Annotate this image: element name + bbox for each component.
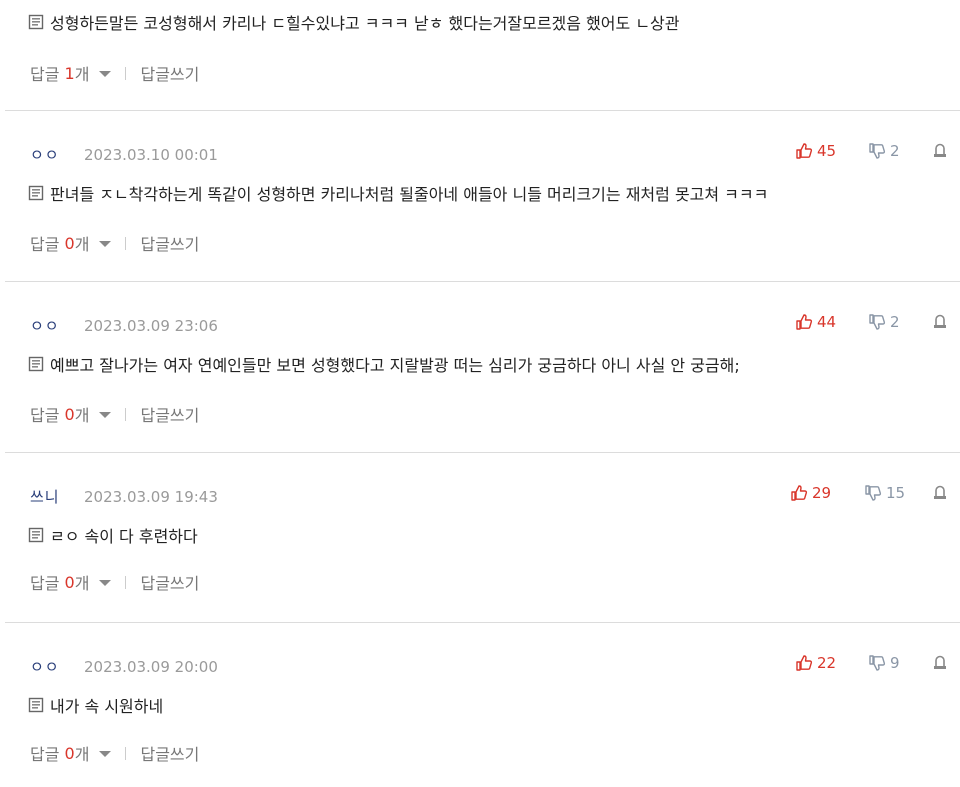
dislike-count: 2	[890, 313, 900, 331]
write-reply-link[interactable]: 답글쓰기	[140, 61, 199, 85]
comment-body: 판녀들 ㅈㄴ착각하는게 똑같이 성형하면 카리나처럼 될줄아네 애들아 니들 머…	[28, 181, 768, 205]
comment-author[interactable]: ㅇㅇ	[30, 315, 60, 336]
reply-label: 답글	[30, 235, 60, 254]
reply-label: 답글	[30, 745, 60, 764]
reply-row: 답글 0개 답글쓰기	[30, 402, 199, 426]
report-icon[interactable]	[932, 655, 948, 671]
document-icon	[28, 697, 44, 713]
like-count: 29	[812, 484, 832, 502]
comment-body: 내가 속 시원하네	[28, 693, 163, 717]
reply-toggle-button[interactable]: 답글 0개	[30, 402, 112, 426]
reply-count: 0	[64, 233, 75, 253]
chevron-down-icon	[99, 412, 112, 418]
chevron-down-icon	[99, 71, 112, 77]
report-icon[interactable]	[932, 314, 948, 330]
document-icon	[28, 185, 44, 201]
dislike-button[interactable]: 9	[868, 654, 900, 672]
comment-body: 예쁘고 잘나가는 여자 연예인들만 보면 성형했다고 지랄발광 떠는 심리가 궁…	[28, 352, 740, 376]
reply-count: 0	[64, 572, 75, 592]
comment-text: 성형하든말든 코성형해서 카리나 ㄷ힐수있냐고 ㅋㅋㅋ 낟ㅎ 했다는거잘모르겠음…	[50, 14, 680, 33]
separator	[125, 575, 127, 589]
thumbs-down-icon	[869, 314, 886, 330]
comment-author[interactable]: ㅇㅇ	[30, 144, 60, 165]
divider	[5, 452, 960, 453]
thumbs-down-icon	[865, 485, 882, 501]
dislike-count: 2	[890, 142, 900, 160]
reply-count: 0	[64, 404, 75, 424]
like-count: 44	[817, 313, 837, 331]
document-icon	[28, 356, 44, 372]
chevron-down-icon	[99, 241, 112, 247]
comment-date: 2023.03.09 20:00	[84, 658, 218, 676]
comment-date: 2023.03.09 19:43	[84, 488, 218, 506]
comment-text: 예쁘고 잘나가는 여자 연예인들만 보면 성형했다고 지랄발광 떠는 심리가 궁…	[50, 356, 740, 375]
thumbs-down-icon	[869, 655, 886, 671]
divider	[5, 110, 960, 111]
like-button[interactable]: 29	[790, 484, 831, 502]
dislike-button[interactable]: 2	[868, 313, 900, 331]
reply-unit: 개	[74, 574, 90, 593]
dislike-count: 9	[890, 654, 900, 672]
reply-row: 답글 1개 답글쓰기	[30, 61, 199, 85]
separator	[125, 66, 127, 80]
like-count: 22	[817, 654, 837, 672]
reply-unit: 개	[74, 745, 90, 764]
comment-text: 판녀들 ㅈㄴ착각하는게 똑같이 성형하면 카리나처럼 될줄아네 애들아 니들 머…	[50, 185, 769, 204]
reply-unit: 개	[74, 406, 90, 425]
reply-unit: 개	[74, 235, 90, 254]
separator	[125, 746, 127, 760]
reply-toggle-button[interactable]: 답글 0개	[30, 231, 112, 255]
separator	[125, 236, 127, 250]
thumbs-down-icon	[869, 143, 886, 159]
document-icon	[28, 14, 44, 30]
thumbs-up-icon	[796, 143, 813, 159]
dislike-button[interactable]: 15	[864, 484, 905, 502]
reply-toggle-button[interactable]: 답글 0개	[30, 570, 112, 594]
thumbs-up-icon	[796, 314, 813, 330]
dislike-count: 15	[886, 484, 906, 502]
report-icon[interactable]	[932, 485, 948, 501]
like-button[interactable]: 22	[795, 654, 836, 672]
write-reply-link[interactable]: 답글쓰기	[140, 741, 199, 765]
comment-text: ㄹㅇ 속이 다 후련하다	[50, 527, 198, 546]
reply-row: 답글 0개 답글쓰기	[30, 570, 199, 594]
comment-text: 내가 속 시원하네	[50, 697, 164, 716]
report-icon[interactable]	[932, 143, 948, 159]
comment-meta: 쓰니 2023.03.09 19:43 29 15	[30, 484, 960, 506]
divider	[5, 622, 960, 623]
reply-label: 답글	[30, 406, 60, 425]
thumbs-up-icon	[796, 655, 813, 671]
reply-label: 답글	[30, 65, 60, 84]
document-icon	[28, 527, 44, 543]
comment-date: 2023.03.10 00:01	[84, 146, 218, 164]
chevron-down-icon	[99, 751, 112, 757]
divider	[5, 281, 960, 282]
reply-row: 답글 0개 답글쓰기	[30, 741, 199, 765]
reply-row: 답글 0개 답글쓰기	[30, 231, 199, 255]
write-reply-link[interactable]: 답글쓰기	[140, 570, 199, 594]
comment-body: ㄹㅇ 속이 다 후련하다	[28, 523, 198, 547]
comment-body: 성형하든말든 코성형해서 카리나 ㄷ힐수있냐고 ㅋㅋㅋ 낟ㅎ 했다는거잘모르겠음…	[28, 10, 680, 34]
separator	[125, 407, 127, 421]
comment-meta: ㅇㅇ 2023.03.09 23:06 44 2	[30, 313, 960, 335]
dislike-button[interactable]: 2	[868, 142, 900, 160]
comment-date: 2023.03.09 23:06	[84, 317, 218, 335]
write-reply-link[interactable]: 답글쓰기	[140, 231, 199, 255]
like-button[interactable]: 45	[795, 142, 836, 160]
reply-label: 답글	[30, 574, 60, 593]
write-reply-link[interactable]: 답글쓰기	[140, 402, 199, 426]
thumbs-up-icon	[791, 485, 808, 501]
reply-unit: 개	[74, 65, 90, 84]
comment-meta: ㅇㅇ 2023.03.09 20:00 22 9	[30, 654, 960, 676]
chevron-down-icon	[99, 580, 112, 586]
comment-author[interactable]: 쓰니	[30, 486, 60, 507]
reply-toggle-button[interactable]: 답글 0개	[30, 741, 112, 765]
reply-count: 1	[64, 63, 75, 83]
reply-count: 0	[64, 743, 75, 763]
reply-toggle-button[interactable]: 답글 1개	[30, 61, 112, 85]
like-count: 45	[817, 142, 837, 160]
comment-author[interactable]: ㅇㅇ	[30, 656, 60, 677]
like-button[interactable]: 44	[795, 313, 836, 331]
comment-meta: ㅇㅇ 2023.03.10 00:01 45 2	[30, 142, 960, 164]
